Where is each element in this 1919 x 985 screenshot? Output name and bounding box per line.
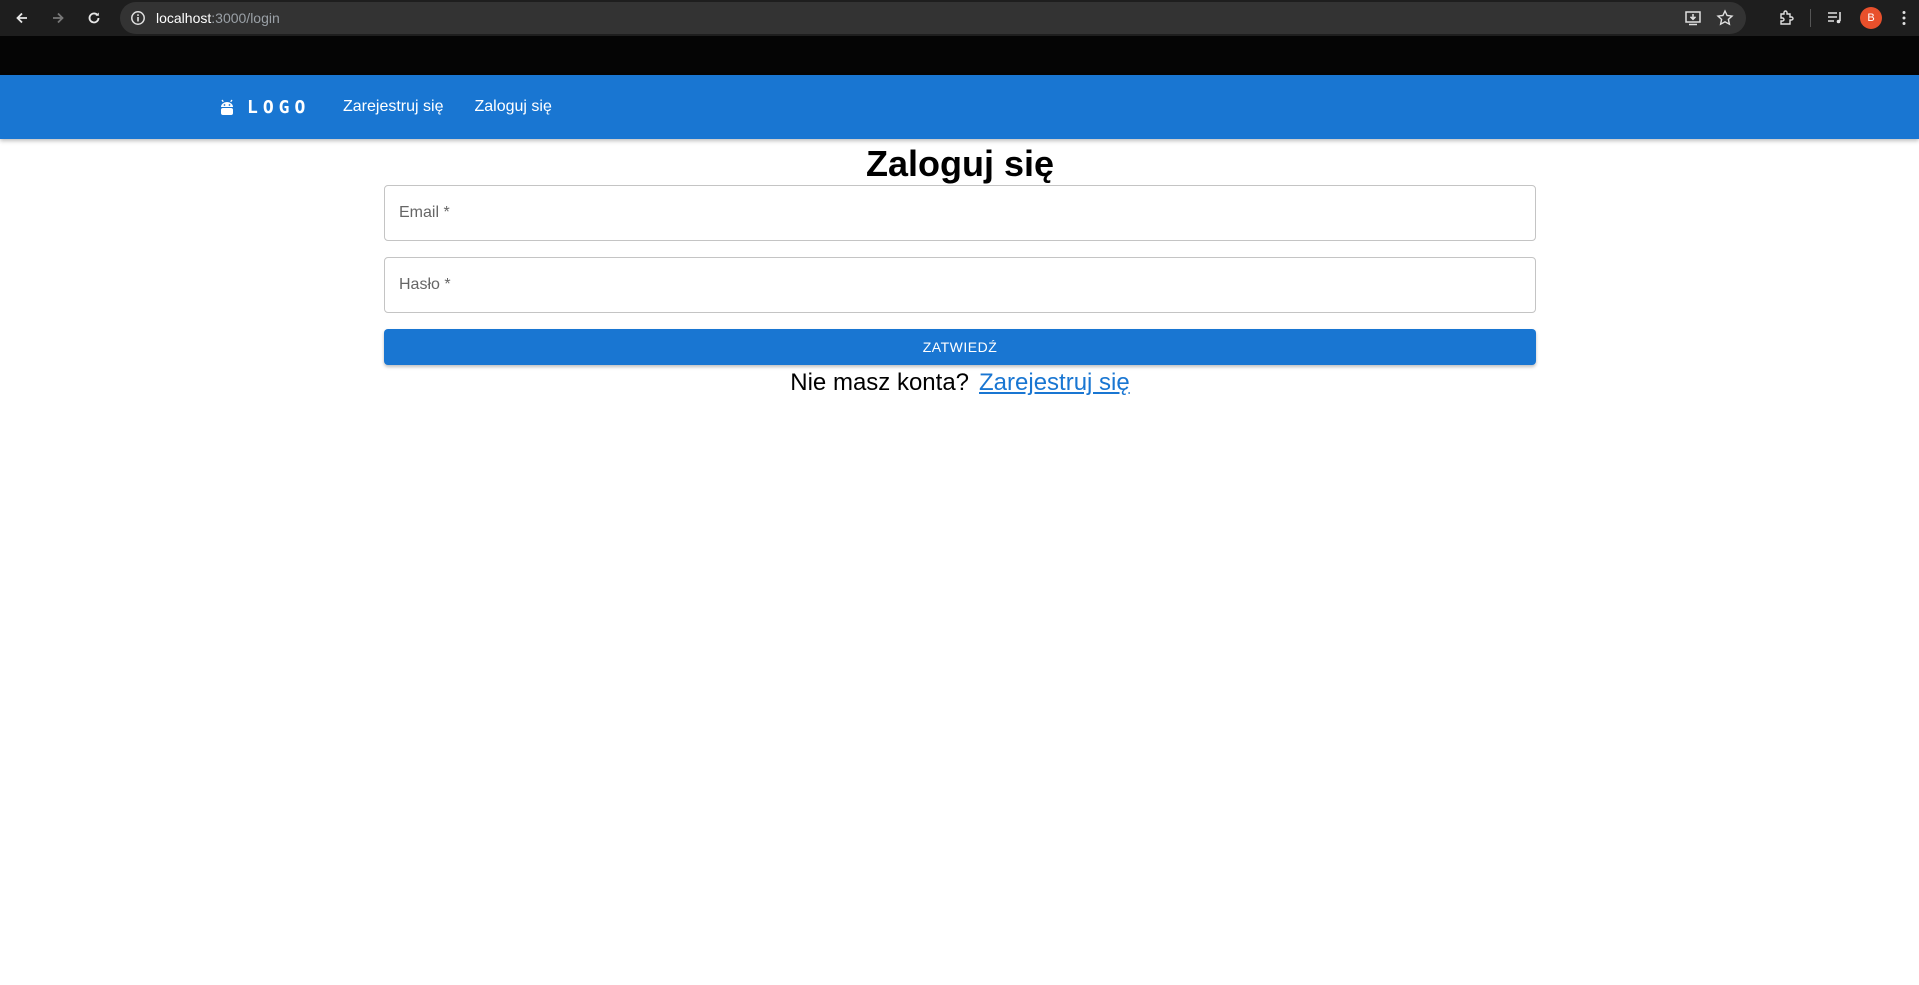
bookmark-star-icon[interactable] [1716,9,1734,27]
browser-chrome: localhost:3000/login B [0,0,1919,75]
logo-text: LOGO [247,96,311,118]
submit-button[interactable]: ZATWIEDŹ [384,329,1536,365]
extensions-icon[interactable] [1768,0,1804,36]
logo[interactable]: LOGO [219,75,310,139]
address-bar[interactable]: localhost:3000/login [120,2,1746,34]
media-queue-icon[interactable] [1817,0,1853,36]
no-account-text: Nie masz konta? [790,369,970,396]
page-title: Zaloguj się [865,143,1055,184]
toolbar-divider [1810,9,1811,27]
nav-register-link[interactable]: Zarejestruj się [334,92,452,122]
top-nav: Zarejestruj się Zaloguj się [334,75,574,139]
site-info-icon[interactable] [130,10,146,26]
browser-toolbar: localhost:3000/login B [0,0,1919,36]
email-field[interactable] [384,185,1536,241]
install-app-icon[interactable] [1684,9,1702,27]
password-field[interactable] [384,257,1536,313]
browser-menu-icon[interactable] [1889,0,1919,36]
profile-avatar[interactable]: B [1853,0,1889,36]
reload-icon[interactable] [76,0,112,36]
password-input[interactable] [385,258,1535,312]
login-form: Zaloguj się ZATWIEDŹ Nie masz konta? Zare… [384,139,1536,397]
register-link[interactable]: Zarejestruj się [979,369,1130,396]
back-arrow-icon[interactable] [4,0,40,36]
register-prompt: Nie masz konta? Zarejestruj się [384,369,1536,397]
android-logo-icon [221,99,233,115]
forward-arrow-icon[interactable] [40,0,76,36]
nav-login-link[interactable]: Zaloguj się [465,92,560,122]
url-text: localhost:3000/login [156,10,280,26]
app-bar: LOGO Zarejestruj się Zaloguj się [0,75,1919,139]
email-input[interactable] [385,186,1535,240]
